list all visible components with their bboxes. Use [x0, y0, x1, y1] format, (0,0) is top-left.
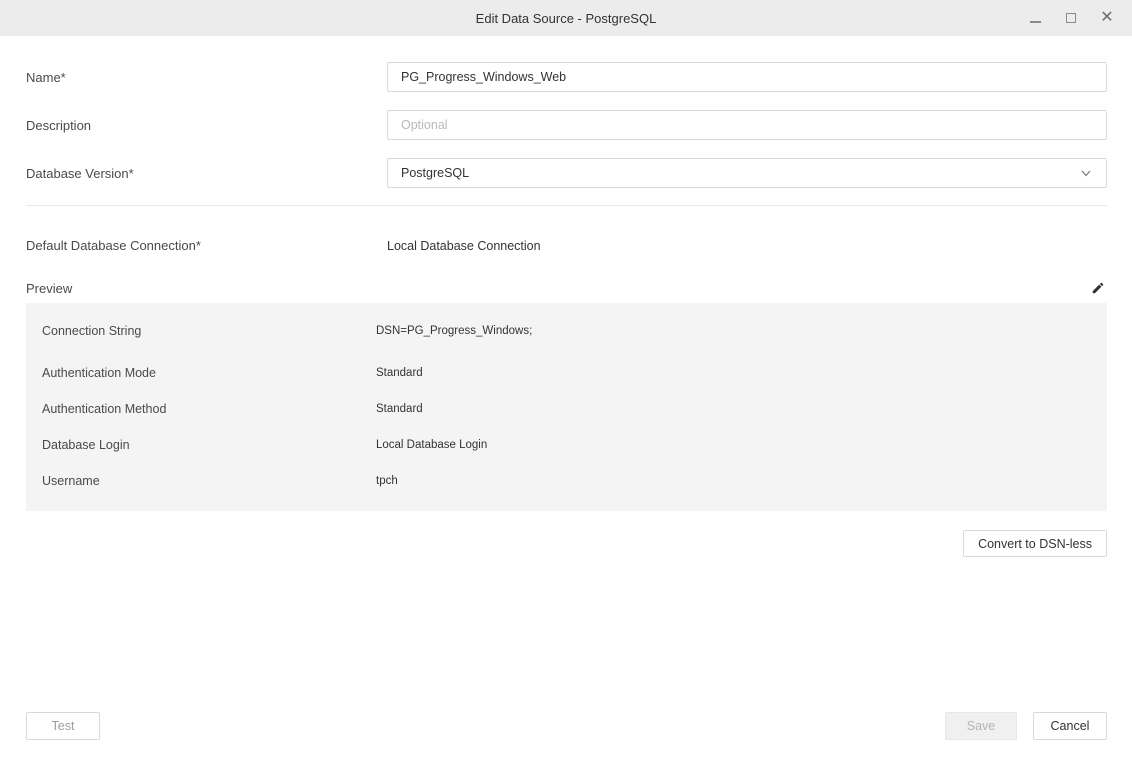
preview-row-auth-mode: Authentication Mode Standard — [26, 355, 1107, 391]
preview-row-auth-method: Authentication Method Standard — [26, 391, 1107, 427]
default-connection-value: Local Database Connection — [387, 239, 541, 253]
preview-row-value: DSN=PG_Progress_Windows; — [376, 325, 532, 337]
close-icon: ✕ — [1100, 10, 1113, 26]
dialog-titlebar: Edit Data Source - PostgreSQL ✕ — [0, 0, 1132, 36]
dialog-body: Name* Description Database Version* Post… — [0, 36, 1132, 557]
default-connection-label: Default Database Connection* — [26, 238, 387, 253]
database-version-row: Database Version* PostgreSQL — [26, 158, 1107, 188]
preview-row-value: Standard — [376, 367, 423, 379]
preview-row-value: Local Database Login — [376, 439, 487, 451]
edit-data-source-dialog: Edit Data Source - PostgreSQL ✕ Name* De… — [0, 0, 1132, 557]
edit-preview-button[interactable] — [1089, 279, 1107, 297]
maximize-button[interactable] — [1058, 5, 1084, 31]
minimize-icon — [1030, 21, 1041, 23]
convert-row: Convert to DSN-less — [26, 530, 1107, 557]
preview-panel: Connection String DSN=PG_Progress_Window… — [26, 303, 1107, 511]
test-button[interactable]: Test — [26, 712, 100, 740]
dialog-title: Edit Data Source - PostgreSQL — [476, 11, 657, 26]
name-row: Name* — [26, 62, 1107, 92]
chevron-down-icon — [1081, 168, 1091, 178]
description-input[interactable] — [387, 110, 1107, 140]
convert-to-dsnless-button[interactable]: Convert to DSN-less — [963, 530, 1107, 557]
description-label: Description — [26, 118, 387, 133]
dialog-footer: Test Save Cancel — [26, 712, 1107, 740]
database-version-value: PostgreSQL — [401, 166, 469, 180]
name-label: Name* — [26, 70, 387, 85]
window-controls: ✕ — [1022, 0, 1120, 36]
preview-row-label: Username — [26, 474, 376, 488]
section-divider — [26, 205, 1107, 206]
preview-row-label: Database Login — [26, 438, 376, 452]
close-button[interactable]: ✕ — [1094, 5, 1120, 31]
preview-row-value: tpch — [376, 475, 398, 487]
preview-row-label: Connection String — [26, 324, 376, 338]
maximize-icon — [1066, 13, 1076, 23]
default-connection-row: Default Database Connection* Local Datab… — [26, 238, 1107, 253]
preview-row-value: Standard — [376, 403, 423, 415]
preview-row-label: Authentication Mode — [26, 366, 376, 380]
minimize-button[interactable] — [1022, 5, 1048, 31]
preview-row-username: Username tpch — [26, 463, 1107, 499]
name-input[interactable] — [387, 62, 1107, 92]
preview-header: Preview — [26, 279, 1107, 297]
save-button[interactable]: Save — [945, 712, 1017, 740]
database-version-select[interactable]: PostgreSQL — [387, 158, 1107, 188]
preview-row-label: Authentication Method — [26, 402, 376, 416]
database-version-label: Database Version* — [26, 166, 387, 181]
pencil-icon — [1091, 281, 1105, 295]
cancel-button[interactable]: Cancel — [1033, 712, 1107, 740]
preview-row-connection-string: Connection String DSN=PG_Progress_Window… — [26, 313, 1107, 352]
preview-label: Preview — [26, 281, 72, 296]
description-row: Description — [26, 110, 1107, 140]
preview-row-database-login: Database Login Local Database Login — [26, 427, 1107, 463]
